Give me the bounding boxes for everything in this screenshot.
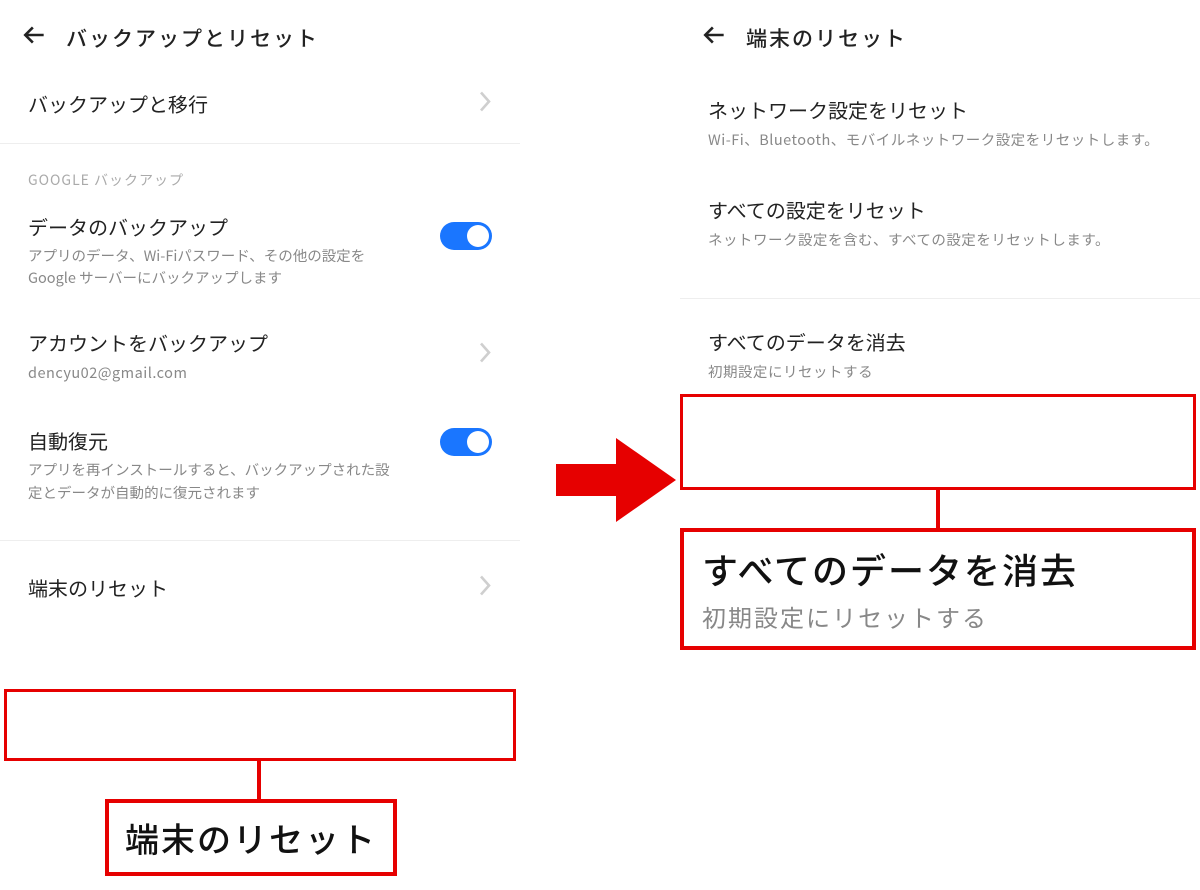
row-erase-all-data[interactable]: すべてのデータを消去 初期設定にリセットする bbox=[680, 307, 1200, 403]
divider bbox=[0, 540, 520, 541]
row-title: データのバックアップ bbox=[28, 212, 492, 241]
row-title: ネットワーク設定をリセット bbox=[708, 95, 1172, 125]
back-arrow-icon[interactable] bbox=[702, 22, 728, 53]
divider bbox=[680, 298, 1200, 299]
row-account-backup[interactable]: アカウントをバックアップ dencyu02@gmail.com bbox=[0, 308, 520, 402]
transition-arrow-icon bbox=[556, 432, 676, 528]
row-title: すべてのデータを消去 bbox=[708, 327, 1172, 357]
appbar-title: 端末のリセット bbox=[746, 23, 907, 53]
row-title: バックアップと移行 bbox=[28, 89, 492, 119]
annotation-callout-text: 端末のリセット bbox=[125, 813, 377, 862]
annotation-highlight-erase-all bbox=[680, 394, 1196, 490]
back-arrow-icon[interactable] bbox=[22, 22, 48, 53]
row-data-backup[interactable]: データのバックアップ アプリのデータ、Wi‑Fiパスワード、その他の設定を Go… bbox=[0, 196, 520, 308]
appbar: 端末のリセット bbox=[680, 0, 1200, 71]
row-title: アカウントをバックアップ bbox=[28, 328, 492, 358]
annotation-callout-device-reset: 端末のリセット bbox=[105, 799, 397, 876]
chevron-right-icon bbox=[478, 342, 492, 369]
toggle-switch[interactable] bbox=[440, 222, 492, 250]
appbar: バックアップとリセット bbox=[0, 0, 520, 71]
section-label-google-backup: GOOGLE バックアップ bbox=[0, 162, 520, 196]
annotation-highlight-device-reset bbox=[4, 689, 516, 761]
annotation-connector bbox=[936, 490, 940, 528]
row-title: すべての設定をリセット bbox=[708, 195, 1172, 225]
row-reset-network[interactable]: ネットワーク設定をリセット Wi‑Fi、Bluetooth、モバイルネットワーク… bbox=[680, 71, 1200, 169]
annotation-callout-title: すべてのデータを消去 bbox=[702, 546, 1174, 593]
annotation-callout-sub: 初期設定にリセットする bbox=[702, 599, 1174, 634]
row-subtitle: アプリのデータ、Wi‑Fiパスワード、その他の設定を Google サーバーにバ… bbox=[28, 245, 492, 290]
row-title: 自動復元 bbox=[28, 426, 492, 455]
row-subtitle: Wi‑Fi、Bluetooth、モバイルネットワーク設定をリセットします。 bbox=[708, 129, 1172, 151]
divider bbox=[0, 143, 520, 144]
row-auto-restore[interactable]: 自動復元 アプリを再インストールすると、バックアップされた設定とデータが自動的に… bbox=[0, 402, 520, 522]
row-backup-and-migrate[interactable]: バックアップと移行 bbox=[0, 71, 520, 137]
row-subtitle: 初期設定にリセットする bbox=[708, 361, 1172, 383]
row-subtitle: ネットワーク設定を含む、すべての設定をリセットします。 bbox=[708, 229, 1172, 251]
chevron-right-icon bbox=[478, 575, 492, 602]
row-reset-all-settings[interactable]: すべての設定をリセット ネットワーク設定を含む、すべての設定をリセットします。 bbox=[680, 169, 1200, 269]
row-title: 端末のリセット bbox=[28, 573, 492, 603]
appbar-title: バックアップとリセット bbox=[66, 23, 319, 53]
row-subtitle: dencyu02@gmail.com bbox=[28, 362, 492, 384]
toggle-switch[interactable] bbox=[440, 428, 492, 456]
annotation-callout-erase-all: すべてのデータを消去 初期設定にリセットする bbox=[680, 528, 1196, 650]
annotation-connector bbox=[257, 761, 261, 799]
chevron-right-icon bbox=[478, 91, 492, 118]
row-subtitle: アプリを再インストールすると、バックアップされた設定とデータが自動的に復元されま… bbox=[28, 459, 492, 504]
row-device-reset[interactable]: 端末のリセット bbox=[0, 551, 520, 625]
